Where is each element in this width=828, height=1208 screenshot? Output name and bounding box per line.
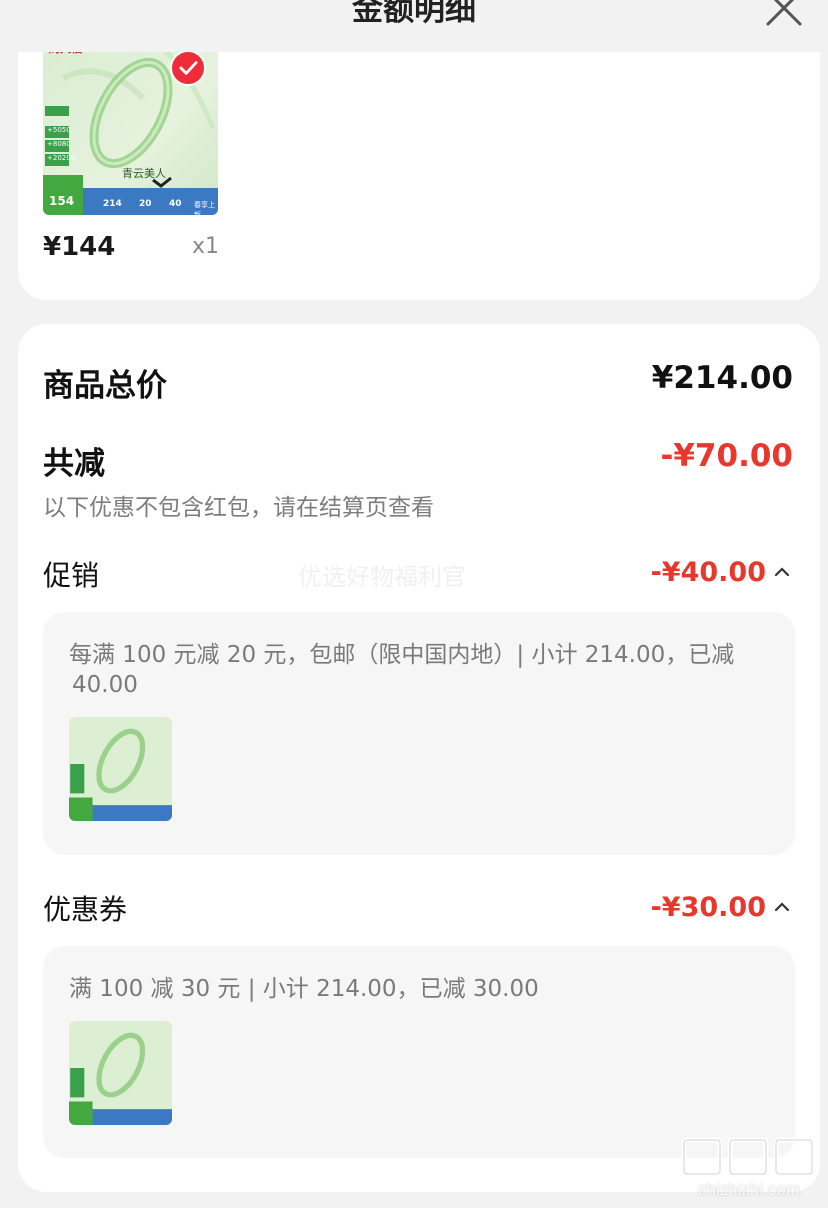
thumb-badge: +8080 (47, 140, 71, 148)
total-reduce-value: -¥70.00 (660, 438, 794, 474)
watermark-url: zhizhizhi.com (697, 1180, 801, 1199)
product-quantity: x1 (192, 234, 220, 259)
center-watermark: 优选好物福利官 (298, 563, 466, 591)
thumb-product-name: 青云美人 (122, 167, 166, 180)
coupon-toggle[interactable]: -¥30.00 (651, 885, 790, 929)
promotion-value: -¥40.00 (650, 556, 766, 588)
check-circle-icon (179, 61, 198, 75)
product-price: ¥144 (43, 232, 116, 262)
coupon-detail-text: 满 100 减 30 元 | 小计 214.00，已减 30.00 (69, 976, 539, 1002)
site-watermark: zhizhizhi.com (678, 1134, 820, 1200)
amount-detail-card: 商品总价 ¥214.00 共减 -¥70.00 以下优惠不包含红包，请在结算页查… (18, 324, 820, 1192)
thumb-number: 20 (139, 199, 152, 209)
thumb-corner-label: 春享上新 (194, 201, 215, 215)
coupon-label: 优惠券 (43, 893, 128, 926)
promotion-detail-line: 40.00 (72, 672, 138, 698)
promotion-detail-line: 每满 100 元减 20 元，包邮（限中国内地）| 小计 214.00，已减 (69, 642, 735, 668)
thumb-number: 40 (169, 199, 182, 209)
thumb-badge: +20200 (47, 154, 76, 162)
promotion-product-image[interactable] (69, 717, 172, 821)
promotion-label: 促销 (43, 559, 100, 592)
coupon-value: -¥30.00 (650, 891, 766, 923)
thumb-badge: +5050 (47, 126, 71, 134)
close-button[interactable] (764, 0, 804, 28)
thumb-price: 154 (49, 194, 75, 208)
chevron-up-icon (774, 902, 790, 912)
promotion-detail-text: 每满 100 元减 20 元，包邮（限中国内地）| 小计 214.00，已减 4… (69, 640, 781, 700)
discount-note: 以下优惠不包含红包，请在结算页查看 (43, 495, 434, 521)
total-reduce-label: 共减 (43, 446, 105, 482)
page-title: 金额明细 (352, 0, 476, 28)
selected-check[interactable] (170, 50, 206, 86)
total-price-label: 商品总价 (43, 368, 167, 404)
coupon-product-image[interactable] (69, 1021, 172, 1125)
coupon-detail-box: 满 100 减 30 元 | 小计 214.00，已减 30.00 (43, 946, 795, 1158)
watermark-logo-icon (681, 1137, 815, 1177)
thumb-number: 214 (103, 199, 122, 209)
modal-header: 金额明细 (0, 0, 828, 52)
total-price-value: ¥214.00 (651, 360, 793, 396)
close-icon (766, 0, 802, 26)
chevron-up-icon (774, 567, 790, 577)
promotion-toggle[interactable]: -¥40.00 (651, 550, 790, 594)
promotion-detail-box: 每满 100 元减 20 元，包邮（限中国内地）| 小计 214.00，已减 4… (43, 612, 795, 855)
